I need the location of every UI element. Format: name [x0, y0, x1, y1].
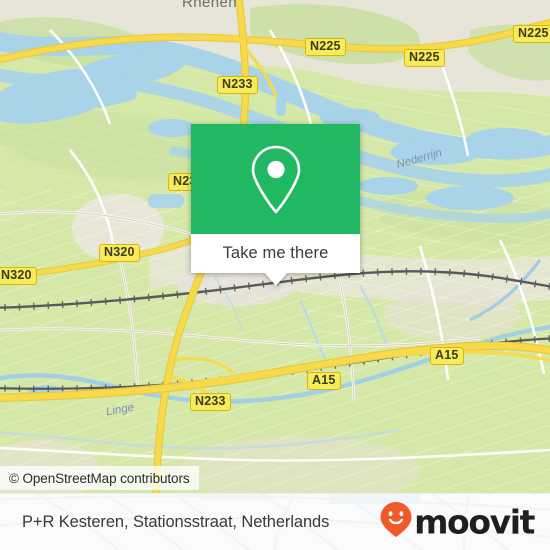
footer-bar: P+R Kesteren, Stationsstraat, Netherland… [0, 493, 550, 550]
road-shield: N320 [0, 267, 37, 286]
map-pin-icon [247, 142, 305, 216]
road-shield: N225 [404, 49, 445, 68]
road-shield: N233 [190, 393, 231, 412]
road-shield: N320 [99, 244, 140, 263]
water-label: Linge [105, 401, 135, 419]
popup-action-bar[interactable]: Take me there [191, 234, 360, 286]
popup-header [191, 124, 360, 234]
water-label: Nederrijn [395, 146, 444, 172]
osm-attribution[interactable]: © OpenStreetMap contributors [0, 466, 199, 490]
osm-attribution-text: © OpenStreetMap contributors [9, 470, 190, 486]
location-popup[interactable]: Take me there [191, 124, 360, 286]
road-shield: A15 [430, 347, 464, 366]
place-label: Rhenen [182, 0, 237, 11]
road-shield: N225 [513, 25, 550, 44]
popup-pointer [264, 273, 287, 286]
road-shield: N233 [217, 76, 258, 95]
moovit-wordmark: moovit [414, 502, 535, 542]
moovit-logo[interactable]: moovit [379, 501, 535, 544]
take-me-there-button[interactable]: Take me there [223, 244, 329, 263]
road-shield: A15 [307, 372, 341, 391]
location-address: P+R Kesteren, Stationsstraat, Netherland… [22, 512, 330, 531]
road-shield: N225 [305, 38, 346, 57]
moovit-pin-icon [379, 501, 413, 544]
map-screen: Rhenen Nederrijn Linge N225 N225 N225 N233 N233… [0, 0, 550, 550]
map-canvas[interactable]: Rhenen Nederrijn Linge N225 N225 N225 N233 N233… [0, 0, 550, 493]
